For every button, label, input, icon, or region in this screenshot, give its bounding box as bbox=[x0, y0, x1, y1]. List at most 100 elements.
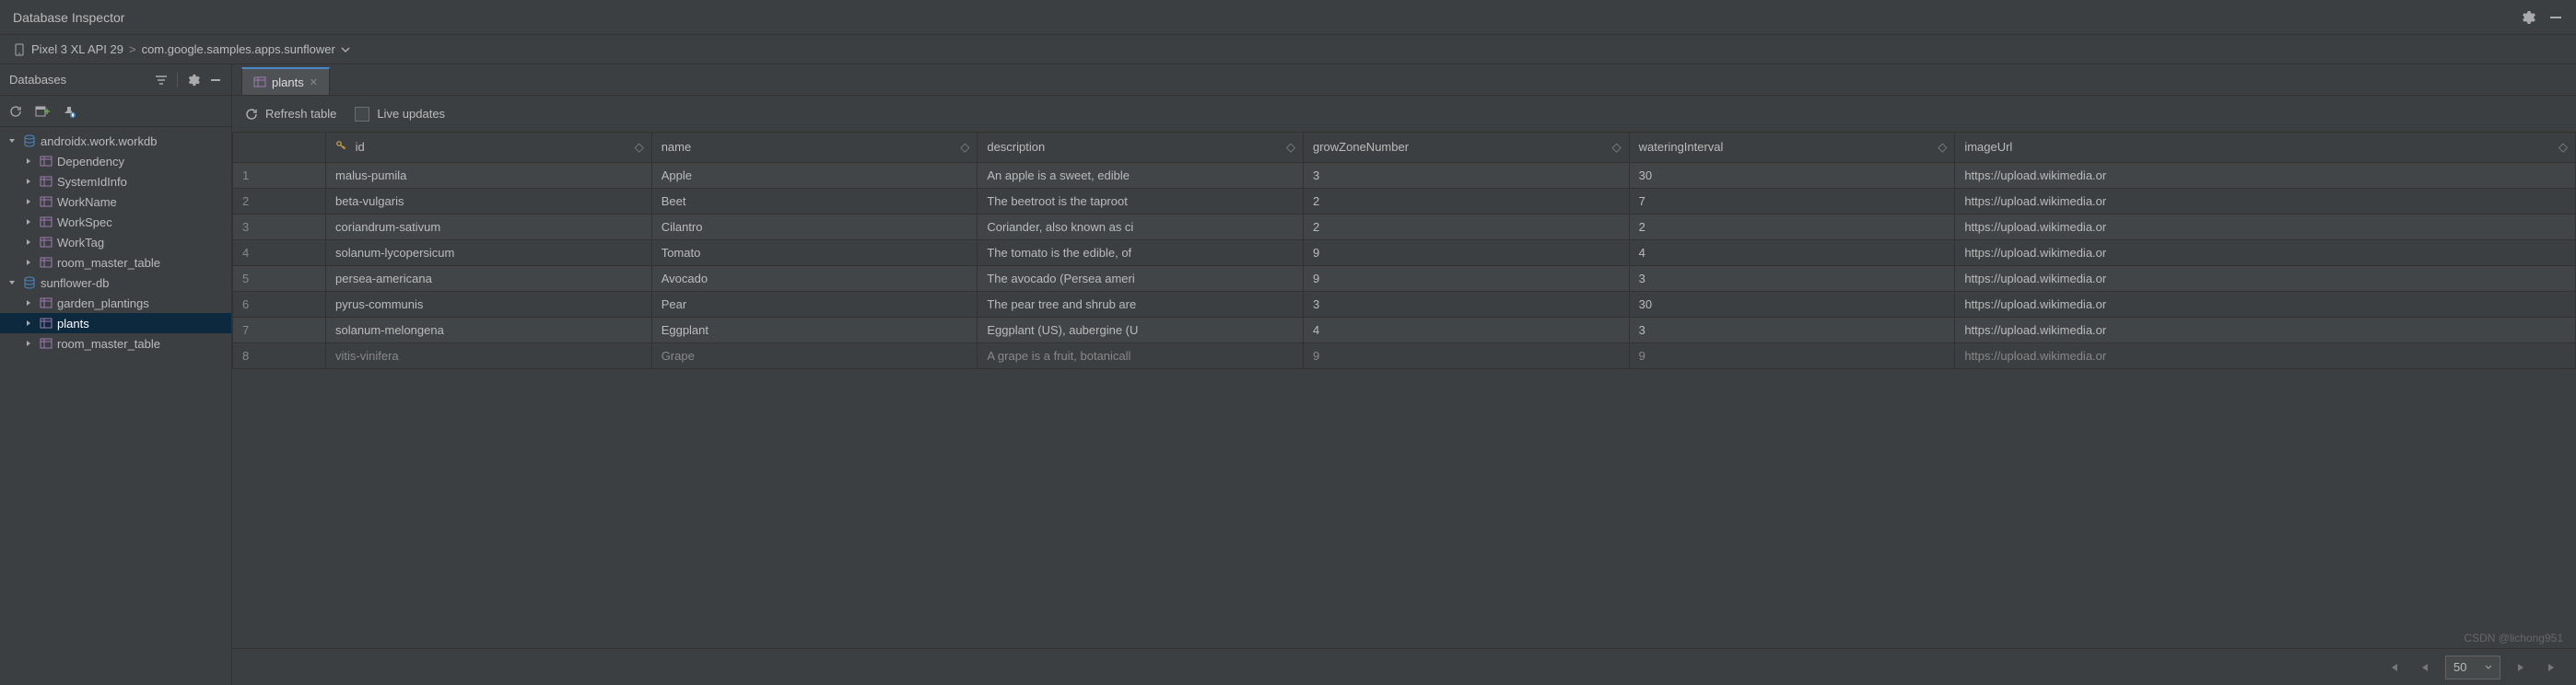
table-row[interactable]: 6pyrus-communisPearThe pear tree and shr… bbox=[233, 291, 2576, 317]
cell-wi[interactable]: 3 bbox=[1629, 317, 1955, 342]
tree-table[interactable]: room_master_table bbox=[0, 252, 231, 273]
cell-description[interactable]: An apple is a sweet, edible bbox=[978, 162, 1304, 188]
cell-wi[interactable]: 3 bbox=[1629, 265, 1955, 291]
tree-table[interactable]: WorkName bbox=[0, 192, 231, 212]
cell-gzn[interactable]: 9 bbox=[1304, 342, 1630, 368]
first-page-icon[interactable] bbox=[2383, 656, 2405, 679]
gear-icon[interactable] bbox=[2521, 10, 2535, 25]
cell-gzn[interactable]: 3 bbox=[1304, 291, 1630, 317]
tree-table[interactable]: room_master_table bbox=[0, 333, 231, 354]
tree-table[interactable]: plants bbox=[0, 313, 231, 333]
tree-table[interactable]: Dependency bbox=[0, 151, 231, 171]
cell-url[interactable]: https://upload.wikimedia.or bbox=[1955, 214, 2576, 239]
close-icon[interactable]: ✕ bbox=[310, 76, 318, 88]
column-imageurl[interactable]: imageUrl◇ bbox=[1955, 133, 2576, 162]
cell-gzn[interactable]: 9 bbox=[1304, 265, 1630, 291]
tree-table[interactable]: garden_plantings bbox=[0, 293, 231, 313]
table-row[interactable]: 3coriandrum-sativumCilantroCoriander, al… bbox=[233, 214, 2576, 239]
tab-plants[interactable]: plants ✕ bbox=[241, 67, 330, 95]
table-row[interactable]: 7solanum-melongenaEggplantEggplant (US),… bbox=[233, 317, 2576, 342]
tree-table[interactable]: WorkSpec bbox=[0, 212, 231, 232]
cell-gzn[interactable]: 3 bbox=[1304, 162, 1630, 188]
cell-id[interactable]: solanum-lycopersicum bbox=[326, 239, 652, 265]
cell-id[interactable]: persea-americana bbox=[326, 265, 652, 291]
tree-database[interactable]: androidx.work.workdb bbox=[0, 131, 231, 151]
chevron-down-icon[interactable] bbox=[341, 45, 350, 54]
cell-name[interactable]: Cilantro bbox=[651, 214, 978, 239]
tree-database[interactable]: sunflower-db bbox=[0, 273, 231, 293]
expand-arrow-icon[interactable] bbox=[6, 276, 18, 289]
cell-url[interactable]: https://upload.wikimedia.or bbox=[1955, 291, 2576, 317]
column-wateringinterval[interactable]: wateringInterval◇ bbox=[1629, 133, 1955, 162]
breadcrumb-device[interactable]: Pixel 3 XL API 29 bbox=[31, 42, 123, 56]
cell-name[interactable]: Beet bbox=[651, 188, 978, 214]
cell-id[interactable]: malus-pumila bbox=[326, 162, 652, 188]
expand-arrow-icon[interactable] bbox=[22, 337, 35, 350]
cell-gzn[interactable]: 2 bbox=[1304, 188, 1630, 214]
cell-id[interactable]: solanum-melongena bbox=[326, 317, 652, 342]
expand-arrow-icon[interactable] bbox=[6, 134, 18, 147]
cell-name[interactable]: Apple bbox=[651, 162, 978, 188]
table-row[interactable]: 5persea-americanaAvocadoThe avocado (Per… bbox=[233, 265, 2576, 291]
expand-arrow-icon[interactable] bbox=[22, 195, 35, 208]
live-updates-toggle[interactable]: Live updates bbox=[355, 107, 445, 122]
tree-table[interactable]: WorkTag bbox=[0, 232, 231, 252]
cell-name[interactable]: Eggplant bbox=[651, 317, 978, 342]
cell-description[interactable]: The avocado (Persea ameri bbox=[978, 265, 1304, 291]
expand-arrow-icon[interactable] bbox=[22, 256, 35, 269]
new-query-icon[interactable] bbox=[35, 105, 50, 118]
minimize-icon[interactable] bbox=[209, 74, 222, 87]
table-row[interactable]: 8vitis-viniferaGrapeA grape is a fruit, … bbox=[233, 342, 2576, 368]
table-row[interactable]: 2 beta-vulgarisBeetThe beetroot is the ta… bbox=[233, 188, 2576, 214]
cell-url[interactable]: https://upload.wikimedia.or bbox=[1955, 162, 2576, 188]
tree-table[interactable]: SystemIdInfo bbox=[0, 171, 231, 192]
column-description[interactable]: description◇ bbox=[978, 133, 1304, 162]
expand-arrow-icon[interactable] bbox=[22, 317, 35, 330]
breadcrumb-app[interactable]: com.google.samples.apps.sunflower bbox=[142, 42, 335, 56]
cell-url[interactable]: https://upload.wikimedia.or bbox=[1955, 317, 2576, 342]
expand-arrow-icon[interactable] bbox=[22, 215, 35, 228]
refresh-table-button[interactable]: Refresh table bbox=[245, 107, 336, 121]
minimize-icon[interactable] bbox=[2548, 10, 2563, 25]
cell-description[interactable]: The pear tree and shrub are bbox=[978, 291, 1304, 317]
last-page-icon[interactable] bbox=[2541, 656, 2563, 679]
cell-id[interactable]: vitis-vinifera bbox=[326, 342, 652, 368]
filter-icon[interactable] bbox=[155, 74, 168, 87]
cell-description[interactable]: The beetroot is the taproot bbox=[978, 188, 1304, 214]
column-name[interactable]: name◇ bbox=[651, 133, 978, 162]
next-page-icon[interactable] bbox=[2510, 656, 2532, 679]
expand-arrow-icon[interactable] bbox=[22, 155, 35, 168]
cell-description[interactable]: A grape is a fruit, botanicall bbox=[978, 342, 1304, 368]
keep-connection-icon[interactable] bbox=[63, 105, 76, 118]
cell-gzn[interactable]: 9 bbox=[1304, 239, 1630, 265]
column-id[interactable]: id ◇ bbox=[326, 133, 652, 162]
cell-wi[interactable]: 7 bbox=[1629, 188, 1955, 214]
cell-name[interactable]: Avocado bbox=[651, 265, 978, 291]
cell-url[interactable]: https://upload.wikimedia.or bbox=[1955, 239, 2576, 265]
cell-id[interactable]: coriandrum-sativum bbox=[326, 214, 652, 239]
column-rownum[interactable] bbox=[233, 133, 326, 162]
cell-wi[interactable]: 4 bbox=[1629, 239, 1955, 265]
cell-name[interactable]: Pear bbox=[651, 291, 978, 317]
cell-wi[interactable]: 30 bbox=[1629, 291, 1955, 317]
cell-name[interactable]: Grape bbox=[651, 342, 978, 368]
expand-arrow-icon[interactable] bbox=[22, 236, 35, 249]
cell-wi[interactable]: 2 bbox=[1629, 214, 1955, 239]
column-growzonenumber[interactable]: growZoneNumber◇ bbox=[1304, 133, 1630, 162]
cell-gzn[interactable]: 2 bbox=[1304, 214, 1630, 239]
expand-arrow-icon[interactable] bbox=[22, 175, 35, 188]
cell-description[interactable]: The tomato is the edible, of bbox=[978, 239, 1304, 265]
page-size-select[interactable]: 50 bbox=[2445, 656, 2500, 679]
table-row[interactable]: 1malus-pumilaAppleAn apple is a sweet, e… bbox=[233, 162, 2576, 188]
cell-wi[interactable]: 9 bbox=[1629, 342, 1955, 368]
gear-icon[interactable] bbox=[187, 74, 200, 87]
expand-arrow-icon[interactable] bbox=[22, 296, 35, 309]
cell-url[interactable]: https://upload.wikimedia.or bbox=[1955, 342, 2576, 368]
cell-description[interactable]: Eggplant (US), aubergine (U bbox=[978, 317, 1304, 342]
checkbox-icon[interactable] bbox=[355, 107, 369, 122]
cell-url[interactable]: https://upload.wikimedia.or bbox=[1955, 265, 2576, 291]
prev-page-icon[interactable] bbox=[2414, 656, 2436, 679]
cell-id[interactable]: beta-vulgaris bbox=[326, 188, 652, 214]
cell-id[interactable]: pyrus-communis bbox=[326, 291, 652, 317]
refresh-icon[interactable] bbox=[9, 105, 22, 118]
